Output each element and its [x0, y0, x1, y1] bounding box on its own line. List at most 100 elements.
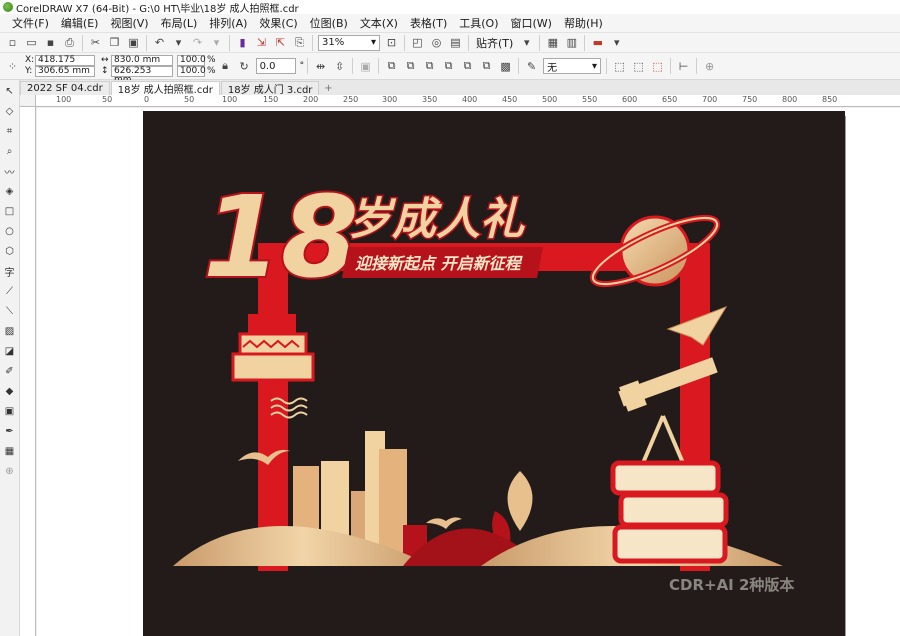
mirror-vertical-icon[interactable]: ⇳ [330, 57, 349, 75]
outline-width-select[interactable]: 无 ▾ [543, 58, 602, 74]
shape-tool-icon[interactable]: ◇ [2, 103, 18, 120]
copy-icon[interactable]: ❐ [105, 34, 124, 52]
weld-icon[interactable]: ⧉ [382, 57, 401, 75]
trim-icon[interactable]: ⧉ [401, 57, 420, 75]
polygon-tool-icon[interactable]: ⬡ [2, 243, 18, 260]
publish-pdf-icon[interactable]: ⎘ [290, 34, 309, 52]
show-grid-icon[interactable]: ◎ [427, 34, 446, 52]
connector-tool-icon[interactable]: ⟍ [2, 303, 18, 320]
undo-dropdown-icon[interactable]: ▾ [169, 34, 188, 52]
menu-view[interactable]: 视图(V) [104, 15, 154, 31]
cut-icon[interactable]: ✂ [86, 34, 105, 52]
scale-x-input[interactable]: 100.0 [177, 55, 206, 66]
menu-file[interactable]: 文件(F) [6, 15, 55, 31]
redo-dropdown-icon[interactable]: ▾ [207, 34, 226, 52]
add-tool-icon[interactable]: ⊕ [2, 463, 18, 480]
horizontal-ruler[interactable]: 100 50 0 50 100 150 200 250 300 350 400 … [36, 95, 900, 107]
smart-fill-icon[interactable]: ◈ [2, 183, 18, 200]
align-distribute-icon[interactable]: ⬚ [648, 57, 667, 75]
menu-effects[interactable]: 效果(C) [253, 15, 303, 31]
save-icon[interactable]: ▪ [41, 34, 60, 52]
front-minus-back-icon[interactable]: ⧉ [458, 57, 477, 75]
planet [619, 215, 691, 287]
chevron-down-icon[interactable]: ▾ [517, 34, 536, 52]
snap-to-button[interactable]: 贴齐(T) [472, 35, 517, 51]
full-screen-icon[interactable]: ⊡ [382, 34, 401, 52]
vertical-ruler[interactable] [20, 107, 36, 636]
options-icon[interactable]: ▦ [543, 34, 562, 52]
paste-icon[interactable]: ▣ [124, 34, 143, 52]
application-launcher-icon[interactable]: ▥ [562, 34, 581, 52]
color-eyedropper-icon[interactable]: ✐ [2, 363, 18, 380]
ruler-tick: 750 [742, 95, 758, 104]
menu-table[interactable]: 表格(T) [404, 15, 453, 31]
search-content-icon[interactable]: ▮ [233, 34, 252, 52]
outline-tool-icon[interactable]: ✒ [2, 423, 18, 440]
menu-help[interactable]: 帮助(H) [558, 15, 609, 31]
x-position-input[interactable]: 418.175 mm [35, 55, 95, 74]
tab-document-1[interactable]: 2022 SF 04.cdr [20, 81, 110, 95]
menu-text[interactable]: 文本(X) [354, 15, 404, 31]
menu-layout[interactable]: 布局(L) [155, 15, 204, 31]
back-minus-front-icon[interactable]: ⧉ [477, 57, 496, 75]
ruler-origin[interactable] [20, 95, 36, 107]
menu-arrange[interactable]: 排列(A) [203, 15, 253, 31]
y-label: Y: [25, 66, 33, 76]
quick-customize-icon[interactable]: ⊕ [700, 57, 719, 75]
show-guidelines-icon[interactable]: ▤ [446, 34, 465, 52]
intersect-icon[interactable]: ⧉ [420, 57, 439, 75]
scale-y-input[interactable]: 100.0 [177, 66, 206, 77]
rectangle-tool-icon[interactable]: □ [2, 203, 18, 220]
menu-tools[interactable]: 工具(O) [453, 15, 504, 31]
welcome-screen-icon[interactable]: ▬ [588, 34, 607, 52]
document-page[interactable]: 18 岁成人礼 迎接新起点 开启新征程 [143, 111, 845, 636]
add-tab-icon[interactable]: + [320, 81, 336, 95]
toolbox: ↖ ◇ ⌗ ⌕ 〰 ◈ □ ○ ⬡ 字 ⟋ ⟍ ▨ ◪ ✐ ◆ ▣ ✒ ▦ ⊕ [0, 80, 20, 636]
open-folder-icon[interactable]: ▭ [22, 34, 41, 52]
scale-fields: 100.0 % 100.0 % [177, 55, 216, 77]
export-icon[interactable]: ⇱ [271, 34, 290, 52]
object-origin-icon[interactable]: ⁘ [3, 57, 22, 75]
height-input[interactable]: 626.253 mm [111, 66, 173, 85]
interactive-fill-icon[interactable]: ◆ [2, 383, 18, 400]
y-position-input[interactable]: 306.65 mm [35, 66, 95, 77]
redo-icon[interactable]: ↷ [188, 34, 207, 52]
freehand-tool-icon[interactable]: 〰 [2, 163, 18, 180]
print-icon[interactable]: ⎙ [60, 34, 79, 52]
width-input[interactable]: 830.0 mm [111, 55, 173, 66]
ungroup-icon[interactable]: ▣ [356, 57, 375, 75]
transparency-icon[interactable]: ◪ [2, 343, 18, 360]
toolbar-divider [404, 34, 405, 51]
undo-icon[interactable]: ↶ [150, 34, 169, 52]
pick-tool-icon[interactable]: ↖ [2, 83, 18, 100]
show-rulers-icon[interactable]: ◰ [408, 34, 427, 52]
rotation-angle-input[interactable]: 0.0 [255, 58, 296, 74]
tab-document-3[interactable]: 18岁 成人门 3.cdr [220, 81, 320, 96]
lock-ratio-icon[interactable]: 🔒︎ [216, 57, 235, 75]
mesh-fill-icon[interactable]: ▦ [2, 443, 18, 460]
text-tool-icon[interactable]: 字 [2, 263, 18, 280]
menu-edit[interactable]: 编辑(E) [55, 15, 105, 31]
ellipse-tool-icon[interactable]: ○ [2, 223, 18, 240]
outline-pen-icon[interactable]: ✎ [522, 57, 541, 75]
create-boundary-icon[interactable]: ▩ [496, 57, 515, 75]
tab-document-2[interactable]: 18岁 成人拍照框.cdr [110, 81, 220, 96]
drop-shadow-icon[interactable]: ▨ [2, 323, 18, 340]
zoom-level-select[interactable]: 31% ▾ [318, 34, 380, 51]
menu-bitmaps[interactable]: 位图(B) [304, 15, 354, 31]
simplify-icon[interactable]: ⧉ [439, 57, 458, 75]
ruler-tick: 150 [263, 95, 279, 104]
import-icon[interactable]: ⇲ [252, 34, 271, 52]
mirror-horizontal-icon[interactable]: ⇹ [311, 57, 330, 75]
parallel-dimension-icon[interactable]: ⟋ [2, 283, 18, 300]
align-guides-icon[interactable]: ⊢ [674, 57, 693, 75]
zoom-tool-icon[interactable]: ⌕ [2, 143, 18, 160]
to-front-icon[interactable]: ⬚ [610, 57, 629, 75]
coreldraw-logo-icon [3, 2, 13, 12]
new-document-icon[interactable]: ▫ [3, 34, 22, 52]
chevron-down-icon[interactable]: ▾ [607, 34, 626, 52]
menu-window[interactable]: 窗口(W) [505, 15, 558, 31]
to-back-icon[interactable]: ⬚ [629, 57, 648, 75]
smart-fill-tool-icon[interactable]: ▣ [2, 403, 18, 420]
crop-tool-icon[interactable]: ⌗ [2, 123, 18, 140]
